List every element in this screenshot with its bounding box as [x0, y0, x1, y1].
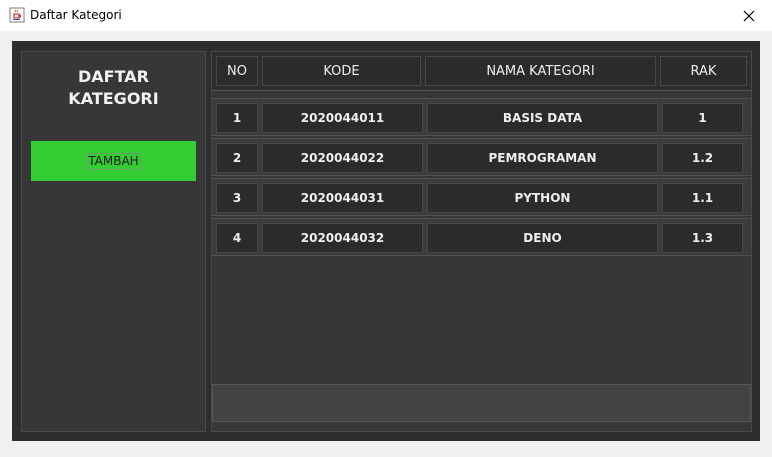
java-coffee-icon	[9, 7, 25, 23]
add-category-button[interactable]: TAMBAH	[31, 141, 196, 181]
app-window: Daftar Kategori DAFTAR KATEGORI TAMBAH N…	[0, 0, 772, 457]
sidebar-panel: DAFTAR KATEGORI TAMBAH	[21, 51, 206, 432]
cell-nama-kategori: BASIS DATA	[427, 103, 658, 133]
cell-nama-kategori: DENO	[427, 223, 658, 253]
footer-bar	[212, 384, 751, 422]
cell-rak: 1	[662, 103, 743, 133]
table-row[interactable]: 2 2020044022 PEMROGRAMAN 1.2	[212, 138, 751, 176]
cell-nama-kategori: PEMROGRAMAN	[427, 143, 658, 173]
add-category-button-label: TAMBAH	[86, 152, 141, 170]
cell-kode: 2020044031	[262, 183, 423, 213]
cell-kode: 2020044032	[262, 223, 423, 253]
cell-rak: 1.1	[662, 183, 743, 213]
cell-kode: 2020044011	[262, 103, 423, 133]
main-content: DAFTAR KATEGORI TAMBAH NO KODE NAMA KATE…	[12, 41, 760, 441]
cell-kode: 2020044022	[262, 143, 423, 173]
close-button[interactable]	[726, 0, 772, 31]
table-row[interactable]: 1 2020044011 BASIS DATA 1	[212, 98, 751, 136]
cell-rak: 1.3	[662, 223, 743, 253]
title-bar: Daftar Kategori	[0, 0, 772, 31]
panel-title: DAFTAR KATEGORI	[22, 66, 205, 110]
cell-no: 3	[216, 183, 258, 213]
cell-nama-kategori: PYTHON	[427, 183, 658, 213]
cell-no: 1	[216, 103, 258, 133]
panel-title-line2: KATEGORI	[68, 89, 159, 108]
panel-title-line1: DAFTAR	[78, 67, 149, 86]
window-title: Daftar Kategori	[30, 8, 122, 22]
table-panel: NO KODE NAMA KATEGORI RAK 1 2020044011 B…	[211, 51, 752, 432]
column-header-nama-kategori[interactable]: NAMA KATEGORI	[425, 56, 656, 86]
cell-rak: 1.2	[662, 143, 743, 173]
column-header-no[interactable]: NO	[216, 56, 258, 86]
column-header-kode[interactable]: KODE	[262, 56, 421, 86]
column-header-rak[interactable]: RAK	[660, 56, 747, 86]
table-row[interactable]: 4 2020044032 DENO 1.3	[212, 218, 751, 256]
table-row[interactable]: 3 2020044031 PYTHON 1.1	[212, 178, 751, 216]
cell-no: 4	[216, 223, 258, 253]
table-header: NO KODE NAMA KATEGORI RAK	[212, 52, 751, 91]
close-icon	[743, 10, 755, 21]
cell-no: 2	[216, 143, 258, 173]
